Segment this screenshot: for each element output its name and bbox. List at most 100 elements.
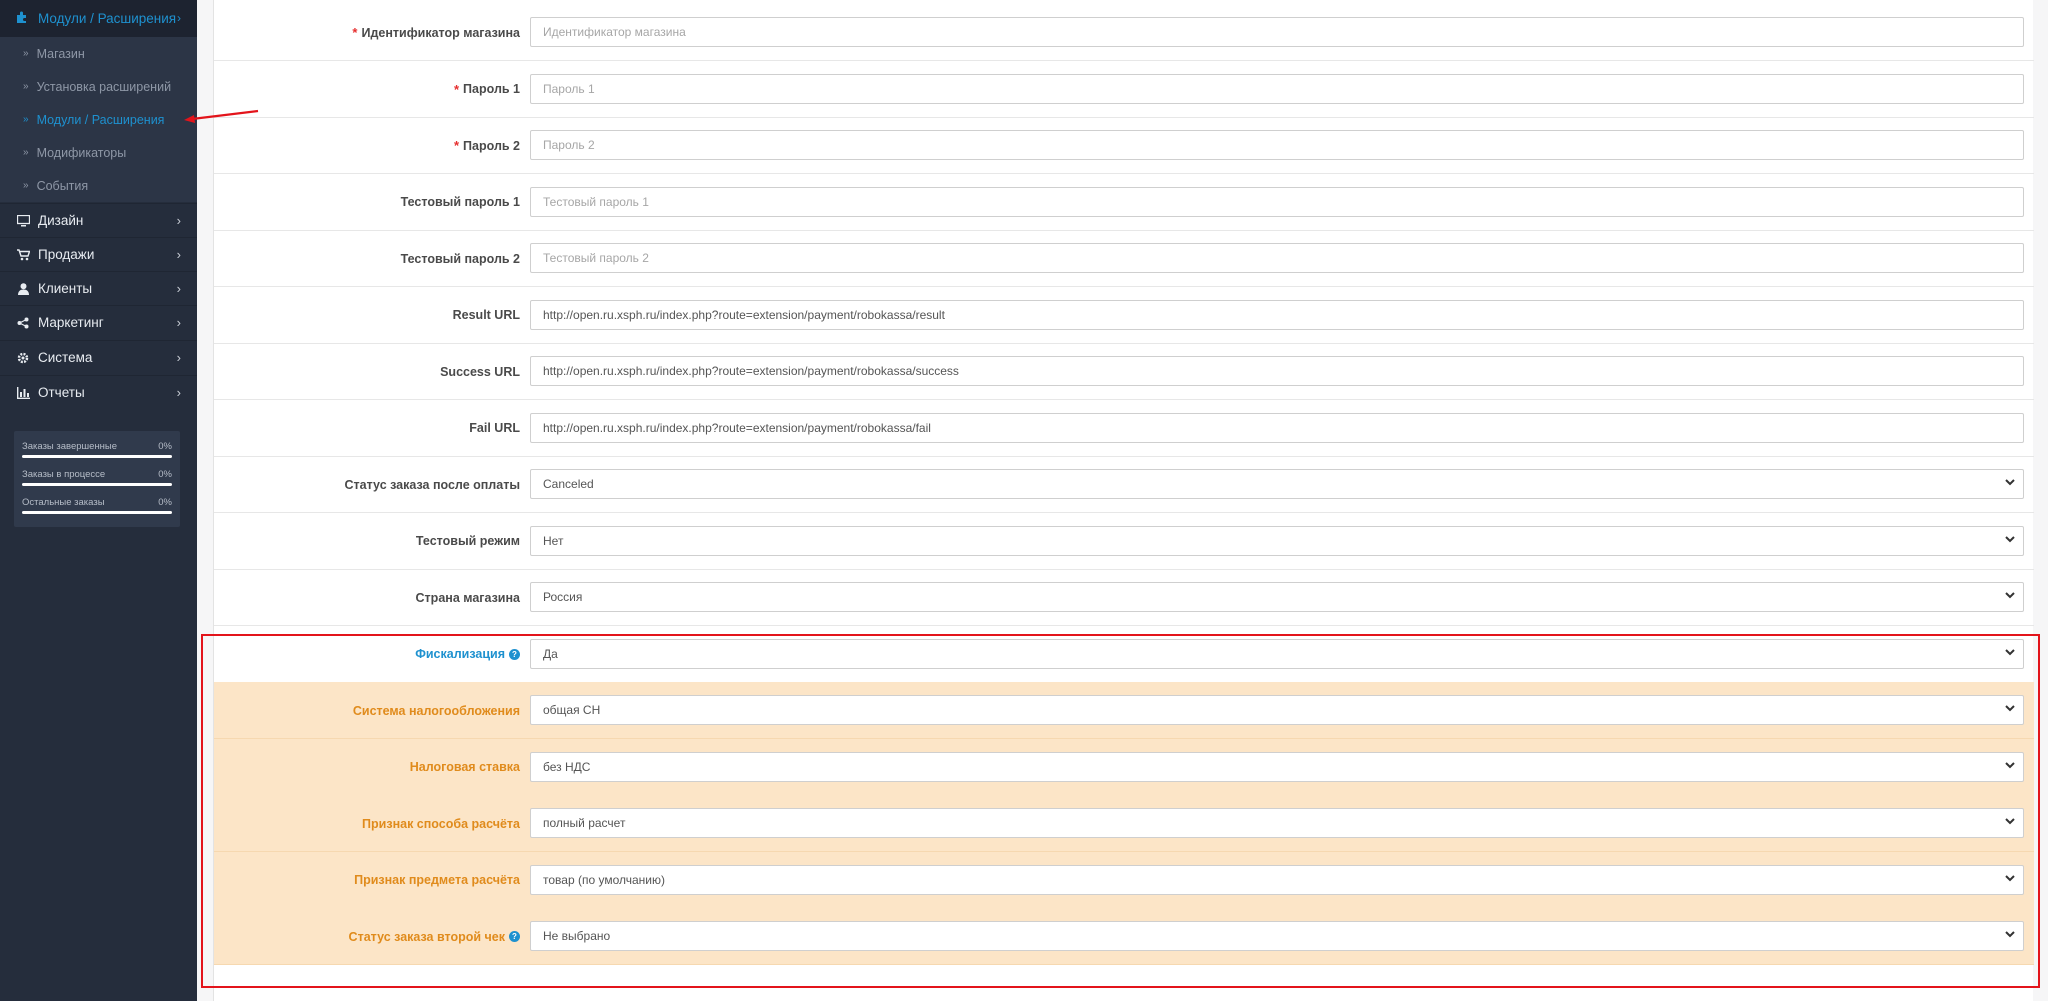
chevron-right-icon: › (176, 247, 181, 262)
field-placeholder: Пароль 1 (543, 81, 595, 96)
field-label-text: Статус заказа второй чек (348, 929, 505, 944)
select-field[interactable]: полный расчет (530, 808, 2024, 838)
field-label: * Пароль 1 (454, 61, 520, 118)
chevron-down-icon (2005, 928, 2015, 943)
sidebar-subitem-label: Установка расширений (36, 79, 172, 94)
field-placeholder: Идентификатор магазина (543, 25, 686, 39)
field-label: Fail URL (469, 400, 520, 457)
required-asterisk: * (352, 25, 358, 40)
stat-row-completed: Заказы завершенные 0% (22, 441, 172, 469)
text-input[interactable]: http://open.ru.xsph.ru/index.php?route=e… (530, 356, 2024, 386)
text-input[interactable]: Тестовый пароль 1 (530, 186, 2024, 217)
field-label: Тестовый пароль 1 (401, 174, 520, 231)
sidebar-subitem-label: События (36, 178, 89, 193)
stat-row-processing: Заказы в процессе 0% (22, 469, 172, 497)
field-label: Система налогообложения (353, 682, 520, 739)
text-input[interactable]: Тестовый пароль 2 (530, 243, 2024, 273)
sidebar-item-marketing[interactable]: Маркетинг › (0, 305, 197, 339)
sidebar-subitem-label: Модули / Расширения (36, 112, 165, 127)
sidebar-item-label: Система (38, 350, 93, 365)
text-input[interactable]: Пароль 2 (530, 130, 2024, 160)
sidebar-subitem-store[interactable]: » Магазин (0, 37, 197, 70)
field-value: http://open.ru.xsph.ru/index.php?route=e… (543, 420, 931, 435)
form-row: Статус заказа после оплаты Canceled (214, 456, 2034, 513)
stat-value: 0% (158, 441, 172, 452)
select-field[interactable]: Нет (530, 525, 2024, 556)
form-row: Result URL http://open.ru.xsph.ru/index.p… (214, 287, 2034, 344)
stat-progress-bar (22, 511, 172, 514)
field-label: Статус заказа второй чек? (349, 908, 520, 965)
help-icon[interactable]: ? (509, 648, 520, 660)
text-input[interactable]: http://open.ru.xsph.ru/index.php?route=e… (530, 299, 2024, 330)
sidebar-item-system[interactable]: Система › (0, 340, 197, 374)
form-row: * Пароль 1 Пароль 1 (214, 61, 2034, 118)
stat-label: Заказы в процессе (22, 469, 106, 480)
sidebar-item-design[interactable]: Дизайн › (0, 203, 197, 237)
stat-value: 0% (158, 469, 172, 480)
field-placeholder: Пароль 2 (543, 138, 595, 152)
text-input[interactable]: Идентификатор магазина (530, 17, 2024, 47)
select-field[interactable]: товар (по умолчанию) (530, 864, 2024, 895)
puzzle-icon (15, 10, 31, 27)
pointer-arrow-annotation (184, 109, 259, 123)
field-label-text: Fail URL (469, 421, 520, 435)
select-field[interactable]: Россия (530, 582, 2024, 612)
form-row: * Идентификатор магазина Идентификатор маг… (214, 4, 2034, 61)
help-icon[interactable]: ? (509, 931, 520, 942)
field-value: Да (543, 646, 558, 661)
sidebar-item-label: Продажи (38, 247, 95, 262)
chevron-down-icon (2005, 702, 2015, 717)
field-label-text: Статус заказа после оплаты (344, 477, 520, 492)
sidebar-item-label: Дизайн (38, 213, 84, 228)
settings-form-panel: * Идентификатор магазина Идентификатор маг… (213, 0, 2034, 1001)
form-row: Fail URL http://open.ru.xsph.ru/index.php… (214, 400, 2034, 457)
required-asterisk: * (453, 81, 460, 97)
chevron-right-icon: › (176, 350, 181, 365)
select-field[interactable]: без НДС (530, 751, 2024, 782)
select-field[interactable]: Canceled (530, 469, 2024, 499)
form-row: Тестовый режим Нет (214, 513, 2034, 570)
field-label: * Пароль 2 (454, 117, 520, 174)
sidebar-item-label: Клиенты (38, 281, 93, 296)
form-row: Фискализация? Да (214, 626, 2034, 683)
text-input[interactable]: Пароль 1 (530, 73, 2024, 104)
sidebar-subitem-events[interactable]: » События (0, 169, 197, 202)
field-label-text: Признак предмета расчёта (354, 873, 520, 887)
sidebar-item-reports[interactable]: Отчеты › (0, 375, 197, 409)
field-label: Тестовый пароль 2 (401, 230, 520, 287)
required-asterisk: * (453, 138, 460, 153)
chevron-down-icon (2005, 476, 2015, 491)
sidebar: Модули / Расширения › » Магазин » Устано… (0, 0, 197, 1001)
field-label-text: Тестовый режим (415, 534, 520, 548)
field-label-text: Тестовый пароль 2 (400, 251, 520, 266)
double-chevron-icon: » (23, 147, 29, 158)
field-label: Признак способа расчёта (362, 795, 520, 852)
chevron-right-icon: › (177, 11, 181, 25)
sidebar-subitem-installer[interactable]: » Установка расширений (0, 70, 197, 103)
field-value: Не выбрано (543, 929, 611, 943)
form-row: Статус заказа второй чек? Не выбрано (214, 908, 2034, 965)
select-field[interactable]: Не выбрано (530, 921, 2024, 951)
chevron-down-icon (2005, 872, 2015, 887)
field-label: Тестовый режим (416, 513, 520, 570)
sidebar-item-sales[interactable]: Продажи › (0, 237, 197, 271)
sidebar-subitem-extensions[interactable]: » Модули / Расширения (0, 103, 197, 136)
cart-icon (15, 248, 31, 261)
double-chevron-icon: » (23, 114, 29, 125)
field-label: Признак предмета расчёта (354, 852, 520, 909)
chevron-right-icon: › (176, 213, 181, 228)
sidebar-subitem-modifications[interactable]: » Модификаторы (0, 136, 197, 169)
sidebar-item-extensions[interactable]: Модули / Расширения › (0, 0, 197, 37)
field-value: полный расчет (543, 816, 626, 830)
select-field[interactable]: Да (530, 638, 2024, 669)
stat-progress-bar (22, 455, 172, 458)
sidebar-item-customers[interactable]: Клиенты › (0, 271, 197, 305)
chevron-right-icon: › (176, 385, 181, 400)
double-chevron-icon: » (23, 180, 29, 191)
text-input[interactable]: http://open.ru.xsph.ru/index.php?route=e… (530, 412, 2024, 443)
select-field[interactable]: общая СН (530, 695, 2024, 725)
chevron-down-icon (2005, 759, 2015, 774)
field-value: Canceled (543, 477, 594, 491)
chevron-right-icon: › (176, 281, 181, 296)
monitor-icon (15, 214, 31, 227)
